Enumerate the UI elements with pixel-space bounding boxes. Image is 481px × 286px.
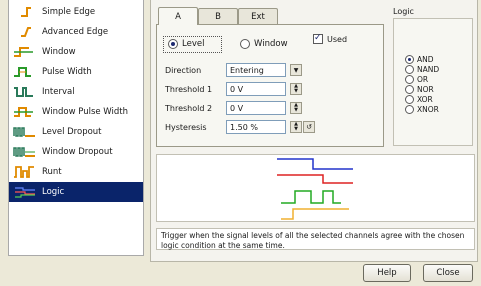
threshold2-value: 0 V (230, 103, 244, 113)
threshold2-label: Threshold 2 (165, 104, 213, 113)
waveform-channel-b (277, 174, 353, 184)
direction-value: Entering (230, 65, 264, 75)
threshold1-value: 0 V (230, 84, 244, 94)
chevron-down-icon: ▼ (293, 66, 299, 74)
logic-or-label: OR (417, 75, 429, 84)
waveform-channel-d (281, 208, 349, 220)
window-icon (14, 47, 33, 57)
threshold2-input[interactable]: 0 V (226, 101, 286, 115)
direction-select[interactable]: Entering (226, 63, 286, 77)
sidebar-item-advanced-edge[interactable]: Advanced Edge (9, 22, 143, 42)
threshold1-label: Threshold 1 (165, 85, 213, 94)
sidebar-item-label: Runt (42, 167, 62, 177)
used-checkbox-box[interactable] (313, 33, 323, 44)
logic-option-nand[interactable]: NAND (405, 65, 439, 74)
logic-nor-radio[interactable] (405, 85, 414, 94)
used-checkbox[interactable]: Used (313, 33, 348, 44)
spin-down-icon: ▼ (294, 88, 298, 94)
window-dropout-icon (13, 147, 35, 157)
sidebar-item-label: Pulse Width (42, 67, 92, 77)
sidebar-item-simple-edge[interactable]: Simple Edge (9, 2, 143, 22)
logic-option-xor[interactable]: XOR (405, 95, 433, 104)
hysteresis-reset-button[interactable]: ↺ (303, 121, 315, 133)
logic-icon (15, 187, 35, 198)
window-radio[interactable]: Window (240, 39, 288, 49)
threshold2-spinner[interactable]: ▲ ▼ (290, 102, 302, 114)
logic-option-xnor[interactable]: XNOR (405, 105, 439, 114)
sidebar-item-label: Interval (42, 87, 75, 97)
direction-dropdown-button[interactable]: ▼ (290, 64, 302, 76)
close-button[interactable]: Close (423, 264, 473, 282)
hysteresis-value: 1.50 % (230, 122, 258, 132)
trigger-description-text: Trigger when the signal levels of all th… (161, 231, 465, 250)
tab-ext[interactable]: Ext (238, 8, 278, 24)
sidebar-item-interval[interactable]: Interval (9, 82, 143, 102)
logic-and-radio[interactable] (405, 55, 414, 64)
help-button-label: Help (377, 268, 397, 278)
spin-down-icon: ▼ (294, 107, 298, 113)
threshold1-input[interactable]: 0 V (226, 82, 286, 96)
logic-waveform-preview (277, 158, 353, 220)
direction-label: Direction (165, 66, 202, 75)
trigger-description: Trigger when the signal levels of all th… (156, 228, 475, 250)
tab-b[interactable]: B (198, 8, 238, 24)
sidebar-item-window[interactable]: Window (9, 42, 143, 62)
sidebar-item-label: Logic (42, 187, 65, 197)
tab-a-label: A (175, 11, 181, 22)
sidebar-item-window-dropout[interactable]: Window Dropout (9, 142, 143, 162)
logic-option-or[interactable]: OR (405, 75, 428, 84)
pulse-width-icon (14, 67, 31, 77)
logic-xor-radio[interactable] (405, 95, 414, 104)
spin-down-icon: ▼ (294, 126, 298, 132)
advanced-edge-icon (21, 27, 31, 37)
tab-ext-label: Ext (251, 11, 265, 22)
sidebar-item-label: Window (42, 47, 76, 57)
logic-option-and[interactable]: AND (405, 55, 434, 64)
help-button[interactable]: Help (363, 264, 411, 282)
logic-nor-label: NOR (417, 85, 434, 94)
tab-a[interactable]: A (158, 7, 198, 25)
reset-icon: ↺ (306, 123, 312, 131)
logic-nand-radio[interactable] (405, 65, 414, 74)
hysteresis-input[interactable]: 1.50 % (226, 120, 286, 134)
window-radio-label: Window (254, 39, 288, 49)
logic-xnor-label: XNOR (417, 105, 439, 114)
sidebar-item-window-pulse-width[interactable]: Window Pulse Width (9, 102, 143, 122)
sidebar-item-label: Level Dropout (42, 127, 102, 137)
sidebar-item-runt[interactable]: Runt (9, 162, 143, 182)
logic-or-radio[interactable] (405, 75, 414, 84)
hysteresis-spinner[interactable]: ▲ ▼ (290, 121, 302, 133)
logic-option-nor[interactable]: NOR (405, 85, 434, 94)
sidebar-item-label: Window Pulse Width (42, 107, 128, 117)
sidebar-item-label: Advanced Edge (42, 27, 109, 37)
trigger-preview (156, 154, 475, 222)
sidebar-item-label: Simple Edge (42, 7, 96, 17)
used-checkbox-label: Used (327, 34, 348, 44)
trigger-type-list[interactable]: Simple Edge Advanced Edge Window Pulse W… (8, 0, 144, 256)
interval-icon (14, 87, 33, 97)
logic-group-title: Logic (393, 7, 414, 16)
logic-nand-label: NAND (417, 65, 440, 74)
window-radio-button[interactable] (240, 39, 250, 49)
tab-b-label: B (215, 11, 221, 22)
waveform-channel-a (277, 158, 353, 170)
level-radio-label: Level (182, 39, 205, 49)
waveform-channel-c (281, 190, 341, 204)
logic-and-label: AND (417, 55, 434, 64)
window-pulse-width-icon (14, 107, 33, 117)
level-radio[interactable]: Level (168, 39, 204, 49)
runt-icon (14, 166, 34, 178)
sidebar-item-pulse-width[interactable]: Pulse Width (9, 62, 143, 82)
level-radio-button[interactable] (168, 39, 178, 49)
hysteresis-label: Hysteresis (165, 123, 207, 132)
threshold1-spinner[interactable]: ▲ ▼ (290, 83, 302, 95)
sidebar-item-level-dropout[interactable]: Level Dropout (9, 122, 143, 142)
close-button-label: Close (436, 268, 460, 278)
logic-xor-label: XOR (417, 95, 433, 104)
logic-xnor-radio[interactable] (405, 105, 414, 114)
sidebar-item-logic[interactable]: Logic (9, 182, 143, 202)
simple-edge-icon (21, 7, 31, 17)
level-dropout-icon (13, 127, 35, 137)
sidebar-item-label: Window Dropout (42, 147, 113, 157)
